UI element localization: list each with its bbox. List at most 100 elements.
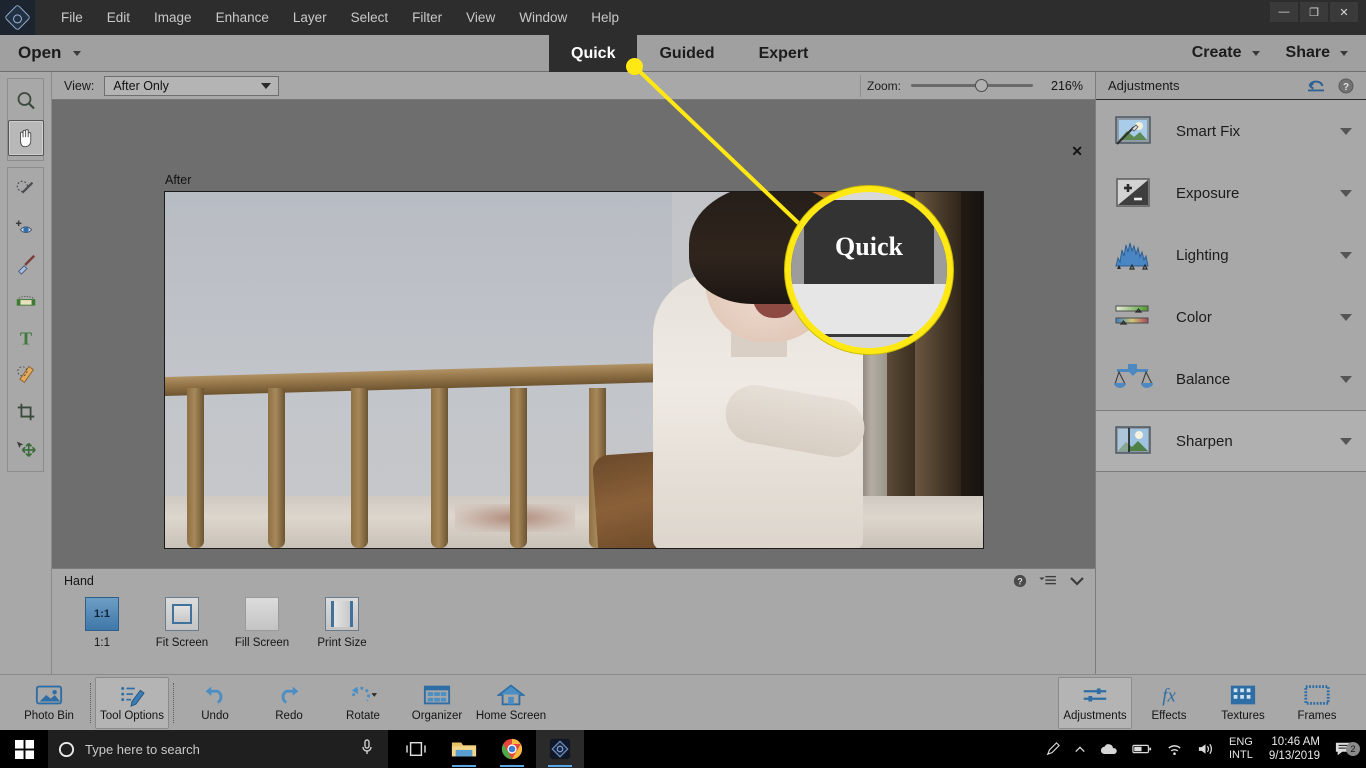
whiten-teeth-tool[interactable] — [8, 283, 44, 319]
chevron-down-icon[interactable] — [1340, 251, 1352, 259]
tab-expert[interactable]: Expert — [737, 35, 831, 72]
create-button-label: Create — [1191, 44, 1242, 61]
chevron-down-icon[interactable] — [1340, 375, 1352, 383]
textures-button[interactable]: Textures — [1206, 677, 1280, 729]
microphone-icon[interactable] — [360, 738, 374, 761]
battery-icon[interactable] — [1125, 743, 1159, 755]
tool-option-1to1[interactable]: 1:1 1:1 — [74, 597, 130, 649]
menu-enhance[interactable]: Enhance — [204, 0, 281, 35]
tool-option-print-size[interactable]: Print Size — [314, 597, 370, 649]
zoom-slider[interactable] — [911, 79, 1033, 93]
frames-button[interactable]: Frames — [1280, 677, 1354, 729]
start-button[interactable] — [0, 730, 48, 768]
effects-button[interactable]: fx Effects — [1132, 677, 1206, 729]
undo-icon — [205, 686, 223, 704]
search-placeholder: Type here to search — [85, 741, 200, 757]
move-tool[interactable] — [8, 431, 44, 467]
chevron-down-icon[interactable] — [1340, 127, 1352, 135]
file-explorer-icon[interactable] — [440, 730, 488, 768]
adjustment-row-lighting[interactable]: Lighting — [1096, 224, 1366, 286]
open-button[interactable]: Open — [18, 43, 82, 63]
chevron-up-icon[interactable] — [1067, 743, 1093, 755]
frame-icon — [1304, 685, 1330, 705]
close-image-button[interactable]: ✕ — [1071, 144, 1083, 158]
mode-bar-actions: Create Share — [1192, 44, 1348, 62]
chrome-icon[interactable] — [488, 730, 536, 768]
move-arrows-icon — [16, 441, 36, 457]
photo-crib-post — [510, 388, 527, 548]
minimize-button[interactable]: — — [1270, 2, 1298, 22]
menu-layer[interactable]: Layer — [281, 0, 339, 35]
undo-arrow-icon[interactable] — [1306, 78, 1326, 94]
volume-icon[interactable] — [1190, 742, 1221, 756]
menu-help[interactable]: Help — [579, 0, 631, 35]
home-screen-button[interactable]: Home Screen — [474, 677, 548, 729]
adjustment-row-balance[interactable]: Balance — [1096, 348, 1366, 410]
adjustment-row-exposure[interactable]: Exposure — [1096, 162, 1366, 224]
chevron-down-icon[interactable] — [1340, 189, 1352, 197]
editor-area: View: After Only Zoom: 216% ✕ After Hand… — [52, 72, 1095, 674]
menu-filter[interactable]: Filter — [400, 0, 454, 35]
task-view-icon[interactable] — [392, 730, 440, 768]
panel-menu-icon[interactable] — [1039, 574, 1057, 588]
zoom-tool[interactable] — [8, 83, 44, 119]
menu-select[interactable]: Select — [339, 0, 401, 35]
tool-options-title: Hand — [64, 574, 94, 588]
organizer-button[interactable]: Organizer — [400, 677, 474, 729]
tool-option-fill-screen[interactable]: Fill Screen — [234, 597, 290, 649]
organizer-grid-icon — [423, 685, 451, 705]
notification-icon[interactable]: 2 — [1328, 740, 1366, 758]
tool-option-fit-screen[interactable]: Fit Screen — [154, 597, 210, 649]
language-indicator[interactable]: ENG INTL — [1221, 736, 1261, 762]
fill-screen-swatch — [245, 597, 279, 631]
photo-bin-button[interactable]: Photo Bin — [12, 677, 86, 729]
menu-view[interactable]: View — [454, 0, 507, 35]
tab-guided[interactable]: Guided — [637, 35, 736, 72]
menu-image[interactable]: Image — [142, 0, 204, 35]
photoshop-elements-icon[interactable] — [536, 730, 584, 768]
pencil-tool[interactable] — [8, 357, 44, 393]
magic-wand-icon — [16, 180, 34, 194]
share-button[interactable]: Share — [1286, 44, 1348, 62]
wifi-icon[interactable] — [1159, 742, 1190, 756]
clock[interactable]: 10:46 AM 9/13/2019 — [1261, 735, 1328, 763]
tool-options-button[interactable]: Tool Options — [95, 676, 169, 729]
adjustments-panel-header: Adjustments ? — [1096, 72, 1366, 100]
redo-button[interactable]: Redo — [252, 677, 326, 729]
undo-button[interactable]: Undo — [178, 677, 252, 729]
chevron-down-icon[interactable] — [1340, 437, 1352, 445]
hand-tool[interactable] — [8, 120, 44, 156]
crop-tool[interactable] — [8, 394, 44, 430]
photo-crib-post — [431, 388, 448, 548]
menu-file[interactable]: File — [49, 0, 95, 35]
text-t-icon: T — [20, 328, 32, 348]
balance-scale-icon — [1112, 360, 1154, 398]
search-input[interactable]: Type here to search — [48, 730, 388, 768]
question-mark-icon[interactable]: ? — [1338, 78, 1354, 94]
question-mark-icon[interactable]: ? — [1013, 574, 1027, 588]
adjustment-row-smart-fix[interactable]: Smart Fix — [1096, 100, 1366, 162]
close-button[interactable]: ✕ — [1330, 2, 1358, 22]
tab-quick[interactable]: Quick — [549, 35, 638, 72]
adjustment-row-color[interactable]: Color — [1096, 286, 1366, 348]
type-tool[interactable]: T — [8, 320, 44, 356]
zoom-slider-knob[interactable] — [975, 79, 988, 92]
chevron-down-icon[interactable] — [1340, 313, 1352, 321]
quick-selection-tool[interactable] — [8, 172, 44, 208]
red-eye-removal-tool[interactable] — [8, 209, 44, 245]
tool-options-items: 1:1 1:1 Fit Screen Fill Screen Print Siz… — [74, 597, 1095, 649]
restore-button[interactable]: ❐ — [1300, 2, 1328, 22]
create-button[interactable]: Create — [1192, 44, 1260, 62]
rotate-button[interactable]: Rotate — [326, 677, 400, 729]
view-mode-select[interactable]: After Only — [104, 75, 280, 96]
adjustments-button[interactable]: Adjustments — [1058, 676, 1132, 729]
pen-icon[interactable] — [1039, 742, 1067, 756]
svg-text:?: ? — [1343, 82, 1349, 93]
textures-grid-icon — [1230, 685, 1256, 705]
adjustment-row-sharpen[interactable]: Sharpen — [1096, 410, 1366, 472]
cloud-icon[interactable] — [1093, 743, 1125, 756]
menu-edit[interactable]: Edit — [95, 0, 142, 35]
chevron-down-icon[interactable] — [1069, 574, 1085, 588]
spot-healing-brush-tool[interactable] — [8, 246, 44, 282]
menu-window[interactable]: Window — [507, 0, 579, 35]
